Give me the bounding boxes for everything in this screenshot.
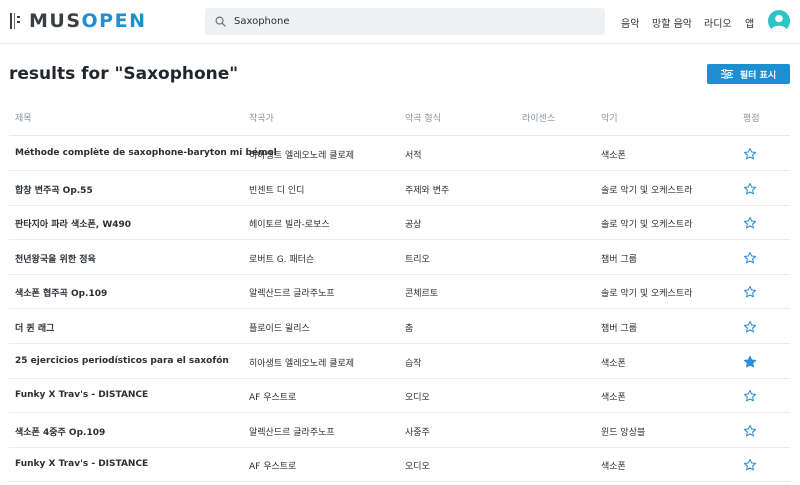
nav-app[interactable]: 앱 <box>745 15 754 30</box>
column-license[interactable]: 라이센스 <box>522 111 555 124</box>
page-title: results for "Saxophone" <box>9 64 239 84</box>
star-icon[interactable] <box>743 147 757 161</box>
row-composer-link[interactable]: 헤이토르 빌라-로보스 <box>249 217 330 230</box>
table-row[interactable]: 25 ejercicios periodísticos para el saxo… <box>9 344 790 379</box>
table-row[interactable]: 합창 변주곡 Op.55 빈센트 디 인디 주제와 변주 솔로 악기 및 오케스트라 <box>9 171 790 206</box>
row-composer-link[interactable]: 알렉산드르 글라주노프 <box>249 425 335 438</box>
avatar[interactable] <box>768 10 790 32</box>
row-title-link[interactable]: 25 ejercicios periodísticos para el saxo… <box>15 356 229 366</box>
star-icon[interactable] <box>743 355 757 369</box>
row-title-link[interactable]: 천년왕국을 위한 정육 <box>15 252 96 265</box>
table-row[interactable]: Méthode complète de saxophone-baryton mi… <box>9 136 790 171</box>
musopen-logo[interactable]: MUSOPEN <box>9 10 147 32</box>
table-row[interactable]: 색소폰 4중주 Op.109 알렉산드르 글라주노프 사중주 윈드 앙상블 <box>9 413 790 448</box>
star-icon[interactable] <box>743 285 757 299</box>
top-navigation-bar: MUSOPEN 음악 망할 음악 라디오 앱 <box>0 0 800 44</box>
star-icon[interactable] <box>743 389 757 403</box>
star-icon[interactable] <box>743 182 757 196</box>
row-instrument: 챔버 그룹 <box>601 324 637 334</box>
table-row[interactable]: 색소폰 협주곡 Op.109 알렉산드르 글라주노프 콘체르토 솔로 악기 및 오케스… <box>9 274 790 310</box>
column-instrument[interactable]: 악기 <box>601 111 618 124</box>
row-instrument: 색소폰 <box>601 151 626 161</box>
row-instrument: 색소폰 <box>601 393 626 404</box>
table-row[interactable]: 더 퀸 래그 플로이드 윌리스 춤 챔버 그룹 <box>9 309 790 344</box>
row-form: 주제와 변주 <box>405 185 450 196</box>
table-row[interactable]: 판타지아 파라 색소폰, W490 헤이토르 빌라-로보스 공상 솔로 악기 및 오케… <box>9 205 790 241</box>
row-form: 습작 <box>405 358 422 369</box>
row-instrument: 윈드 앙상블 <box>601 427 646 438</box>
table-row[interactable]: Funky X Trav's - DISTANCE AF 우스트로 오디오 색소폰 <box>9 447 790 483</box>
row-instrument: 솔로 악기 및 오케스트라 <box>601 220 693 231</box>
table-row[interactable]: 천년왕국을 위한 정육 로버트 G. 패터슨 트리오 챔버 그룹 <box>9 240 790 275</box>
column-form[interactable]: 악곡 형식 <box>405 111 441 124</box>
column-rating[interactable]: 평점 <box>743 111 760 124</box>
row-instrument: 챔버 그룹 <box>601 254 637 265</box>
search-input[interactable] <box>234 16 574 27</box>
row-title-link[interactable]: 더 퀸 래그 <box>15 321 54 334</box>
row-form: 사중주 <box>405 427 430 438</box>
search-bar[interactable] <box>205 8 605 35</box>
row-form: 트리오 <box>405 254 430 265</box>
row-composer-link[interactable]: 플로이드 윌리스 <box>249 321 310 334</box>
row-instrument: 솔로 악기 및 오케스트라 <box>601 185 693 196</box>
row-title-link[interactable]: Funky X Trav's - DISTANCE <box>15 390 148 400</box>
nav-radio[interactable]: 라디오 <box>704 15 732 30</box>
row-title-link[interactable]: Méthode complète de saxophone-baryton mi… <box>15 148 277 158</box>
show-filters-button[interactable]: 필터 표시 <box>707 64 790 84</box>
row-form: 오디오 <box>405 462 430 473</box>
row-instrument: 색소폰 <box>601 358 626 369</box>
row-composer-link[interactable]: 히아생트 엘레오노레 클로제 <box>249 148 354 161</box>
table-row[interactable]: Funky X Trav's - DISTANCE AF 우스트로 오디오 색소폰 <box>9 378 790 414</box>
row-title-link[interactable]: 색소폰 협주곡 Op.109 <box>15 286 107 299</box>
row-composer-link[interactable]: 빈센트 디 인디 <box>249 183 304 196</box>
column-composer[interactable]: 작곡가 <box>249 111 274 124</box>
row-form: 춤 <box>405 324 414 334</box>
row-composer-link[interactable]: 히아생트 엘레오노레 클로제 <box>249 356 354 369</box>
row-composer-link[interactable]: 알렉산드르 글라주노프 <box>249 286 335 299</box>
row-title-link[interactable]: Funky X Trav's - DISTANCE <box>15 459 148 469</box>
star-icon[interactable] <box>743 424 757 438</box>
row-title-link[interactable]: 색소폰 4중주 Op.109 <box>15 425 105 438</box>
nav-music[interactable]: 음악 <box>621 15 639 30</box>
star-icon[interactable] <box>743 320 757 334</box>
star-icon[interactable] <box>743 458 757 472</box>
row-form: 서적 <box>405 151 422 161</box>
nav-damn-music[interactable]: 망할 음악 <box>652 15 692 30</box>
row-composer-link[interactable]: 로버트 G. 패터슨 <box>249 252 314 265</box>
column-title[interactable]: 제목 <box>15 111 32 124</box>
star-icon[interactable] <box>743 216 757 230</box>
row-form: 콘체르토 <box>405 289 439 300</box>
row-title-link[interactable]: 합창 변주곡 Op.55 <box>15 183 93 196</box>
filter-icon <box>720 69 733 79</box>
row-composer-link[interactable]: AF 우스트로 <box>249 390 296 403</box>
star-icon[interactable] <box>743 251 757 265</box>
search-icon <box>215 16 226 27</box>
results-table-header: 제목 작곡가 악곡 형식 라이센스 악기 평점 <box>9 106 790 136</box>
row-instrument: 색소폰 <box>601 462 626 473</box>
row-form: 오디오 <box>405 393 430 404</box>
row-title-link[interactable]: 판타지아 파라 색소폰, W490 <box>15 217 131 230</box>
row-composer-link[interactable]: AF 우스트로 <box>249 459 296 472</box>
logo-icon <box>9 11 23 31</box>
row-instrument: 솔로 악기 및 오케스트라 <box>601 289 693 300</box>
avatar-icon <box>771 14 787 32</box>
row-form: 공상 <box>405 220 422 231</box>
